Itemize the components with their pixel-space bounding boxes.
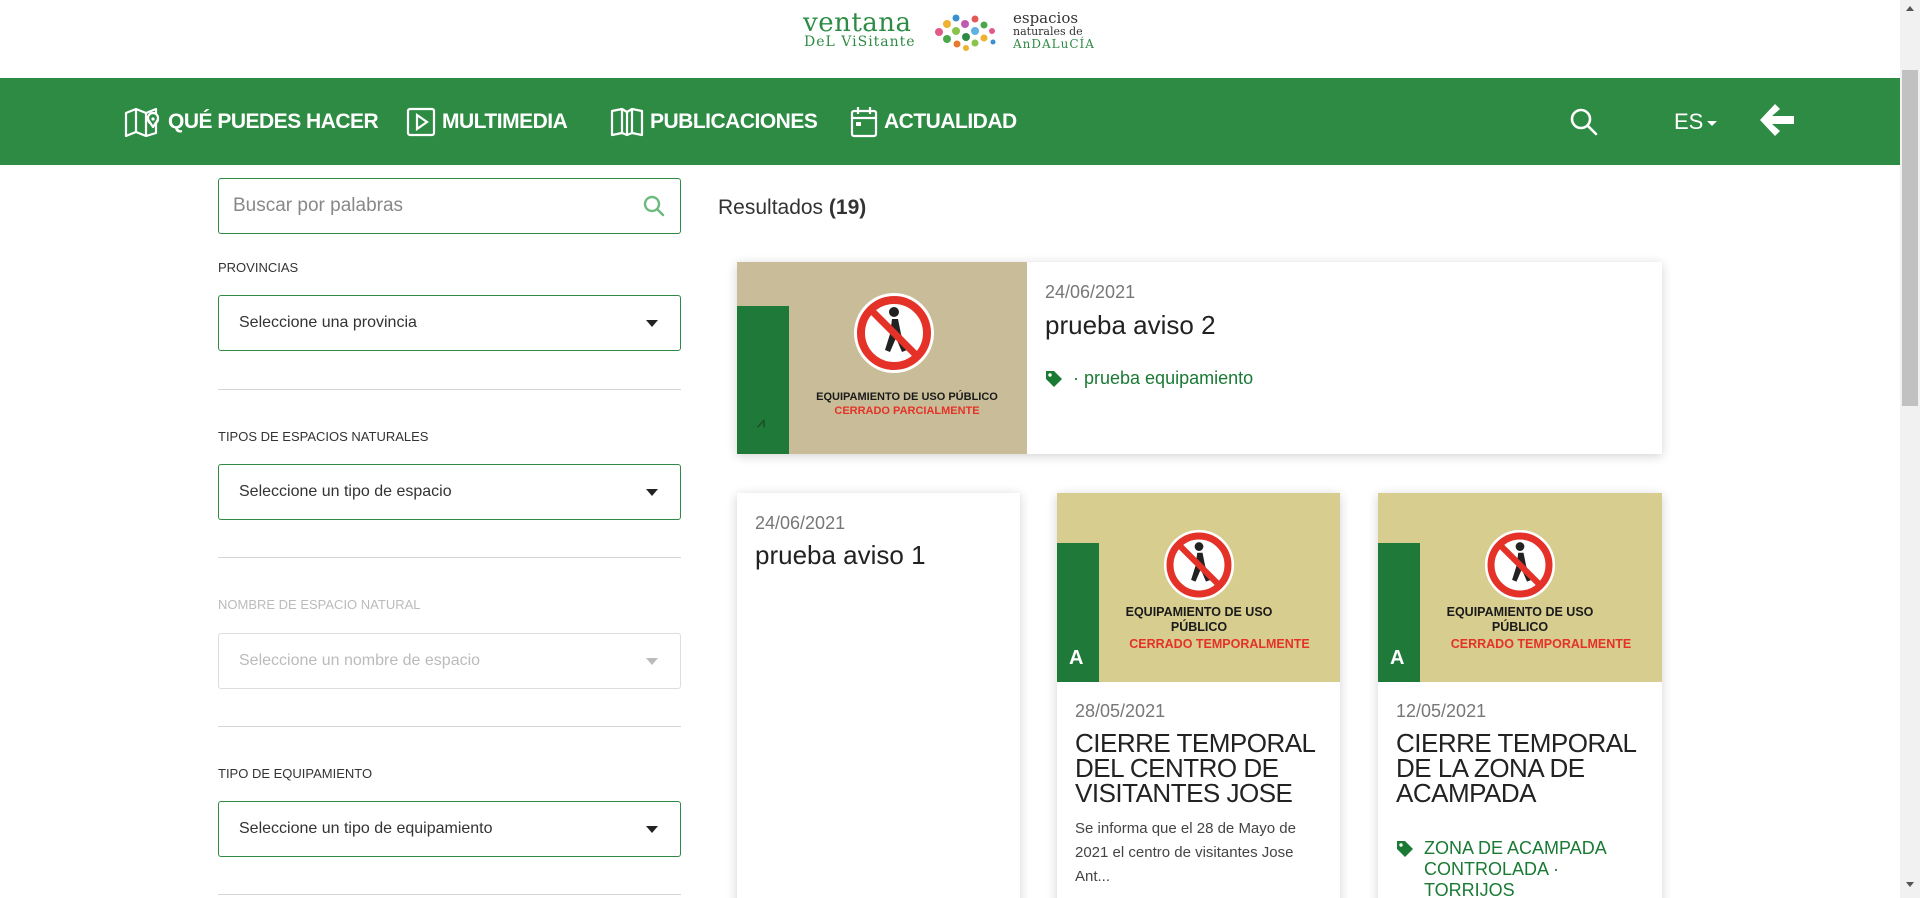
divider [218,726,681,727]
logo-bar: ventana DeL ViSitante espacios naturales… [0,0,1900,78]
result-card[interactable]: 24/06/2021 prueba aviso 1 [737,493,1020,898]
result-card[interactable]: EQUIPAMIENTO DE USO PÚBLICO CERRADO TEMP… [1378,493,1662,898]
green-stripe [737,306,789,454]
keyword-search [218,178,681,234]
result-card[interactable]: EQUIPAMIENTO DE USO PÚBLICO CERRADO TEMP… [1057,493,1340,898]
book-icon [610,107,644,136]
card-date: 24/06/2021 [1045,282,1136,302]
tipo-equipamiento-label: TIPO DE EQUIPAMIENTO [218,766,373,781]
play-icon [406,107,436,136]
no-pedestrian-sign-icon [1484,529,1556,601]
map-pin-icon [124,107,160,137]
nav-que-puedes-hacer[interactable]: QUÉ PUEDES HACER [124,78,379,165]
provincias-label: PROVINCIAS [218,260,299,275]
provincia-select[interactable]: Seleccione una provincia [218,295,681,351]
chevron-down-icon [646,826,658,833]
logo-line-2: DeL ViSitante [804,34,916,50]
result-card[interactable]: EQUIPAMIENTO DE USO PÚBLICO CERRADO PARC… [737,262,1662,454]
card-date: 28/05/2021 [1075,701,1166,721]
nav-label-publicaciones: PUBLICACIONES [650,109,818,133]
card-image-line-1: EQUIPAMIENTO DE USO PÚBLICO [1125,605,1273,634]
nav-label-multimedia: MULTIMEDIA [442,109,568,133]
keyword-search-input[interactable] [233,179,633,233]
card-title[interactable]: CIERRE TEMPORAL DEL CENTRO DE VISITANTES… [1075,730,1325,806]
logo-line-3a: espacios [1013,9,1079,27]
language-label: ES [1674,108,1704,134]
card-title[interactable]: prueba aviso 2 [1045,310,1216,341]
card-image-line-1: EQUIPAMIENTO DE USO PÚBLICO [816,391,998,403]
card-image-line-2: CERRADO TEMPORALMENTE [1129,637,1310,651]
results-heading: Resultados (19) [718,196,866,220]
language-selector[interactable]: ES [1674,78,1718,165]
logo-espacios: espacios naturales de AnDALuCÍA [1013,9,1095,51]
card-image: EQUIPAMIENTO DE USO PÚBLICO CERRADO PARC… [737,262,1027,454]
scroll-up-arrow-icon[interactable] [1906,6,1914,11]
chevron-down-icon [646,489,658,496]
back-arrow-icon[interactable] [1758,101,1796,139]
chevron-down-icon [1707,121,1718,126]
results-count: (19) [828,196,867,219]
divider [218,557,681,558]
nav-label-que-puedes-hacer: QUÉ PUEDES HACER [168,109,379,133]
chevron-down-icon [646,658,658,665]
search-icon[interactable] [1570,108,1598,136]
andalucia-logo-icon: ⩘ [757,414,765,430]
scroll-down-arrow-icon[interactable] [1906,882,1914,887]
card-date: 24/06/2021 [755,513,846,533]
nombre-espacio-select: Seleccione un nombre de espacio [218,633,681,689]
card-tag-label: ZONA DE ACAMPADA CONTROLADA · TORRIJOS [1424,838,1606,898]
scroll-thumb[interactable] [1902,70,1918,406]
nav-label-actualidad: ACTUALIDAD [884,109,1017,133]
provincia-select-value: Seleccione una provincia [239,314,417,331]
chevron-down-icon [646,320,658,327]
card-excerpt: Se informa que el 28 de Mayo de 2021 el … [1075,820,1296,885]
search-icon[interactable] [643,195,665,217]
site-logo[interactable]: ventana DeL ViSitante espacios naturales… [803,8,1095,56]
nombre-espacio-label: NOMBRE DE ESPACIO NATURAL [218,597,421,612]
card-tag[interactable]: · prueba equipamiento [1045,368,1253,389]
card-tag[interactable]: ZONA DE ACAMPADA CONTROLADA · TORRIJOS [1396,838,1626,898]
card-image-line-2: CERRADO TEMPORALMENTE [1450,637,1632,651]
tipo-equipamiento-select-value: Seleccione un tipo de equipamiento [239,820,493,837]
divider [218,894,681,895]
tipos-espacios-label: TIPOS DE ESPACIOS NATURALES [218,429,429,444]
card-date: 12/05/2021 [1396,701,1487,721]
card-image: EQUIPAMIENTO DE USO PÚBLICO CERRADO TEMP… [1057,493,1340,682]
andalucia-logo-icon: A [1069,647,1084,669]
card-title[interactable]: CIERRE TEMPORAL DE LA ZONA DE ACAMPADA [1396,730,1646,806]
divider [218,389,681,390]
card-title[interactable]: prueba aviso 1 [755,540,926,571]
calendar-icon [850,106,878,137]
results-label: Resultados [718,196,824,219]
nombre-espacio-select-value: Seleccione un nombre de espacio [239,652,481,669]
card-image: EQUIPAMIENTO DE USO PÚBLICO CERRADO TEMP… [1378,493,1662,682]
logo-line-3c: AnDALuCÍA [1013,37,1095,51]
tag-icon [1397,841,1413,857]
no-pedestrian-sign-icon [1163,529,1235,601]
nav-actualidad[interactable]: ACTUALIDAD [850,78,1017,165]
nav-multimedia[interactable]: MULTIMEDIA [406,78,568,165]
tag-icon [1046,371,1062,387]
no-pedestrian-sign-icon [854,293,934,373]
nav-publicaciones[interactable]: PUBLICACIONES [610,78,818,165]
andalucia-logo-icon: A [1390,647,1405,669]
card-tag-label: · prueba equipamiento [1073,368,1254,388]
page-scrollbar[interactable] [1900,0,1920,898]
logo-dots-icon [935,14,996,51]
tipo-espacio-select-value: Seleccione un tipo de espacio [239,483,452,500]
card-image-line-1: EQUIPAMIENTO DE USO PÚBLICO [1446,605,1594,634]
card-image-line-2: CERRADO PARCIALMENTE [834,405,980,417]
main-nav: QUÉ PUEDES HACER MULTIMEDIA PUBLICACIONE… [0,78,1900,165]
tipo-espacio-select[interactable]: Seleccione un tipo de espacio [218,464,681,520]
tipo-equipamiento-select[interactable]: Seleccione un tipo de equipamiento [218,801,681,857]
